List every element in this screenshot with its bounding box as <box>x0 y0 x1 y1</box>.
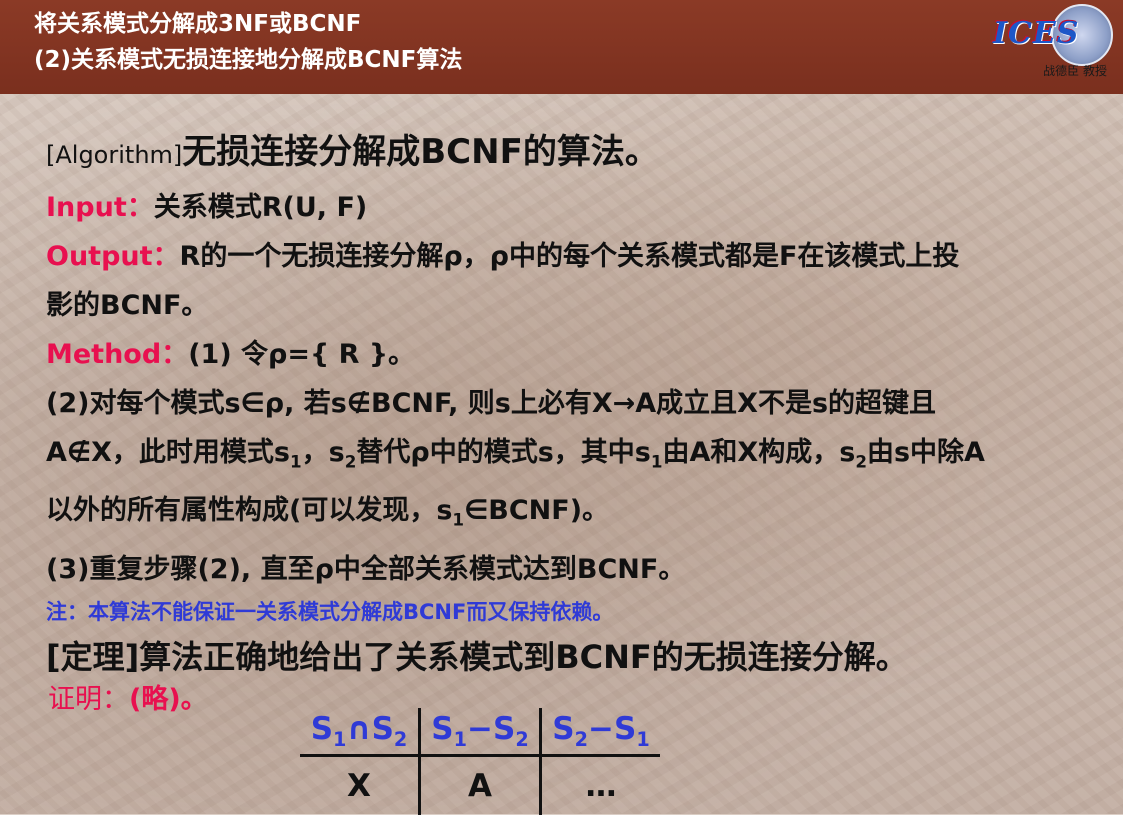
slide-header: 将关系模式分解成3NF或BCNF (2)关系模式无损连接地分解成BCNF算法 I… <box>0 0 1123 94</box>
subscript: 2 <box>345 451 357 471</box>
subscript: 1 <box>290 451 302 471</box>
table-row: X A … <box>300 756 660 815</box>
step2-text: 由A和X构成，s <box>663 437 856 468</box>
step2-line1: (2)对每个模式s∈ρ, 若s∉BCNF, 则s上必有X→A成立且X不是s的超键… <box>46 379 1096 428</box>
output-line: Output：R的一个无损连接分解ρ，ρ中的每个关系模式都是F在该模式上投 <box>46 232 1096 281</box>
subscript: 2 <box>855 451 867 471</box>
theorem-statement: [定理]算法正确地给出了关系模式到BCNF的无损连接分解。 <box>46 632 908 682</box>
table-cell: … <box>541 756 661 815</box>
step2-text: A∉X，此时用模式s <box>46 437 290 468</box>
table-header-cell: S1−S2 <box>420 708 541 756</box>
table-cell: A <box>420 756 541 815</box>
step2-text: ，s <box>302 437 345 468</box>
decomposition-table: S1∩S2 S1−S2 S2−S1 X A … <box>300 708 660 815</box>
algorithm-note: 注：本算法不能保证一关系模式分解成BCNF而又保持依赖。 <box>46 594 1096 630</box>
input-text: 关系模式R(U, F) <box>154 192 368 223</box>
input-label: Input： <box>46 192 154 223</box>
algorithm-tag: [Algorithm] <box>46 141 182 169</box>
step2-text: ∈BCNF)。 <box>464 495 609 526</box>
algorithm-title-text: 无损连接分解成BCNF的算法。 <box>182 132 659 172</box>
method-line: Method：(1) 令ρ={ R }。 <box>46 330 1096 379</box>
algorithm-title: [Algorithm]无损连接分解成BCNF的算法。 <box>46 124 1096 183</box>
table-header-cell: S1∩S2 <box>300 708 420 756</box>
step2-text: 以外的所有属性构成(可以发现，s <box>46 495 452 526</box>
step2-line2: A∉X，此时用模式s1，s2替代ρ中的模式s，其中s1由A和X构成，s2由s中除… <box>46 428 1096 486</box>
subscript: 1 <box>452 510 464 530</box>
output-text: R的一个无损连接分解ρ，ρ中的每个关系模式都是F在该模式上投 <box>180 241 960 272</box>
step3-line: (3)重复步骤(2), 直至ρ中全部关系模式达到BCNF。 <box>46 545 1096 594</box>
output-line-cont: 影的BCNF。 <box>46 281 1096 330</box>
table-header-cell: S2−S1 <box>541 708 661 756</box>
header-title: 将关系模式分解成3NF或BCNF <box>34 6 1123 42</box>
author-name: 战德臣 教授 <box>1043 62 1107 79</box>
step2-text: 由s中除A <box>867 437 985 468</box>
proof-line: 证明：(略)。 <box>48 680 208 720</box>
method-text: (1) 令ρ={ R }。 <box>188 339 415 370</box>
step2-line3: 以外的所有属性构成(可以发现，s1∈BCNF)。 <box>46 486 1096 544</box>
proof-label: 证明： <box>48 684 129 715</box>
logo: ICES 战德臣 教授 <box>993 4 1113 86</box>
algorithm-section: [Algorithm]无损连接分解成BCNF的算法。 Input：关系模式R(U… <box>46 124 1096 630</box>
method-label: Method： <box>46 339 188 370</box>
header-subtitle: (2)关系模式无损连接地分解成BCNF算法 <box>34 42 1123 78</box>
step2-text: 替代ρ中的模式s，其中s <box>356 437 650 468</box>
proof-text: (略)。 <box>129 684 208 715</box>
table-cell: X <box>300 756 420 815</box>
logo-brand: ICES <box>993 16 1079 51</box>
output-label: Output： <box>46 241 180 272</box>
subscript: 1 <box>651 451 663 471</box>
input-line: Input：关系模式R(U, F) <box>46 183 1096 232</box>
table-header-row: S1∩S2 S1−S2 S2−S1 <box>300 708 660 756</box>
